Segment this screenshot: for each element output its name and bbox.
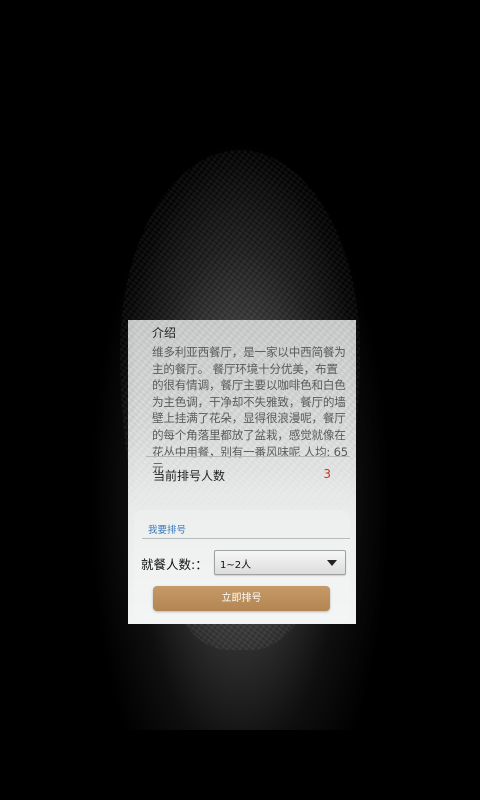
party-size-label: 就餐人数:： <box>141 557 208 572</box>
party-size-select[interactable]: 1~2人 <box>214 550 346 575</box>
restaurant-card: 介绍 维多利亚西餐厅，是一家以中西简餐为主的餐厅。 餐厅环境十分优美，布置的很有… <box>128 320 356 624</box>
chevron-down-icon <box>327 560 337 566</box>
intro-title: 介绍 <box>152 326 177 340</box>
screen: 介绍 维多利亚西餐厅，是一家以中西简餐为主的餐厅。 餐厅环境十分优美，布置的很有… <box>0 0 480 800</box>
intro-divider <box>146 456 350 457</box>
queue-count-label: 当前排号人数 <box>153 469 226 483</box>
take-number-button[interactable]: 立即排号 <box>153 586 330 611</box>
take-number-divider <box>142 538 350 539</box>
party-size-selected-value: 1~2人 <box>220 560 252 571</box>
intro-section: 介绍 维多利亚西餐厅，是一家以中西简餐为主的餐厅。 餐厅环境十分优美，布置的很有… <box>134 320 350 498</box>
queue-count-value: 3 <box>323 467 331 481</box>
take-number-title: 我要排号 <box>148 525 187 536</box>
